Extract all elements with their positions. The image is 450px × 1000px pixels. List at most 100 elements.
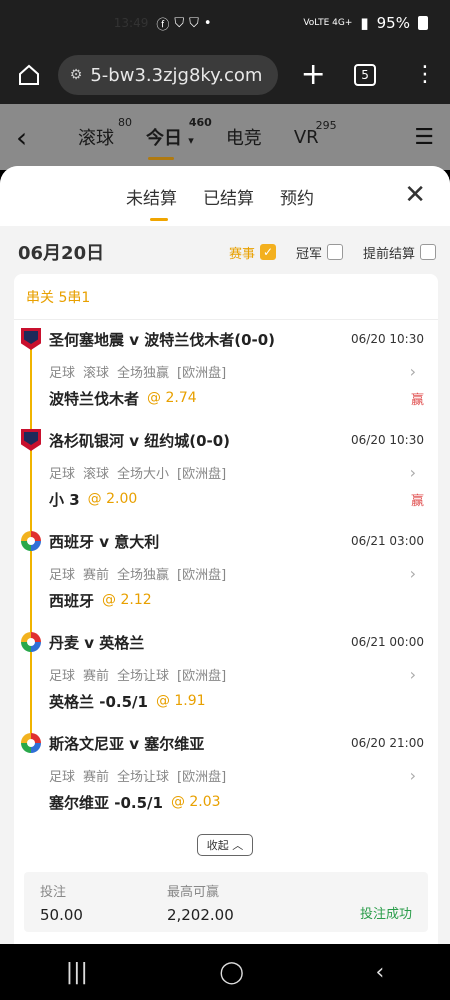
back-chevron-icon[interactable]: ‹ [16,121,46,154]
home-button[interactable] [14,60,44,90]
checkbox-champion[interactable] [326,244,343,260]
selection: 塞尔维亚 -0.5/1 [49,793,163,812]
market-meta: 足球 [49,769,76,785]
sheet-tabs: 未结算 已结算 预约 ✕ [0,166,450,226]
market-meta: 足球 [49,365,76,381]
market-meta: [欧洲盘] [177,668,227,684]
match-time: 06/21 03:00 [351,534,424,548]
match-time: 06/20 10:30 [351,332,424,346]
checkbox-cashout[interactable] [420,244,436,260]
market-meta: 全场让球 [117,668,170,684]
tab-live[interactable]: 滚球 80 [78,116,132,150]
chevron-right-icon[interactable]: › [410,362,416,381]
tab-switcher-button[interactable]: 5 [354,64,376,86]
notification-icons: ⓕ ⛉ ⛉ • [156,14,211,33]
market-meta: 足球 [49,466,76,482]
system-nav-bar: ||| ◯ ‹ [0,944,450,1000]
chevron-right-icon[interactable]: › [410,463,416,482]
match-name: 丹麦 v 英格兰 [49,633,145,652]
recents-icon[interactable]: ||| [66,960,88,985]
chevron-right-icon[interactable]: › [410,766,416,785]
bet-leg[interactable]: 西班牙 v 意大利 06/21 03:00 足球 赛前 全场独赢 [欧洲盘] › 西班牙 @ 2… [14,522,438,640]
bet-card: 串关 5串1 圣何塞地震 v 波特兰伐木者(0-0) 06/20 10:30 足球滚… [14,274,438,944]
tab-reserved[interactable]: 预约 [280,184,314,209]
overflow-menu-icon[interactable]: ⋮ [414,64,436,86]
tab-unsettled[interactable]: 未结算 [126,184,177,221]
status-time: 13:49 [113,16,149,30]
back-icon[interactable]: ‹ [375,960,384,985]
chevron-down-icon: ▾ [188,134,194,147]
facebook-icon: ⓕ [156,17,170,33]
market-meta: 赛前 [83,769,110,785]
parlay-label: 串关 5串1 [14,274,438,320]
selection: 西班牙 [49,591,95,610]
odds: @ 2.12 [102,592,152,608]
market-meta: 赛前 [83,668,110,684]
bet-leg[interactable]: 洛杉矶银河 v 纽约城(0-0) 06/20 10:30 足球 滚球 全场大小 [欧洲盘]… [14,421,438,539]
collapse-button[interactable]: 收起 ︿ [197,834,253,856]
bet-leg[interactable]: 斯洛文尼亚 v 塞尔维亚 06/20 21:00 足球 赛前 全场让球 [欧洲盘] › 塞尔维… [14,724,438,825]
market-meta: 全场让球 [117,769,170,785]
result-badge: 赢 [410,493,424,509]
market-meta: 滚球 [83,466,110,482]
tab-today[interactable]: 今日 460 ▾ [146,116,212,160]
odds: @ 2.00 [87,491,138,507]
max-win-label: 最高可赢 [166,885,219,900]
match-time: 06/21 00:00 [351,635,424,649]
bet-legs: 圣何塞地震 v 波特兰伐木者(0-0) 06/20 10:30 足球 滚球 全场独赢 [欧… [14,320,438,825]
stake-label: 投注 [40,885,67,900]
status-bar: 13:49 ⓕ ⛉ ⛉ • VoLTE 4G+ ▮ 95% [0,0,450,46]
stake-value: 50.00 [40,906,83,924]
network-icon: VoLTE 4G+ [303,18,353,28]
new-tab-button[interactable]: + [298,60,328,90]
bet-leg[interactable]: 丹麦 v 英格兰 06/21 00:00 足球 赛前 全场让球 [欧洲盘] › 英格兰 -0.… [14,623,438,741]
market-meta: [欧洲盘] [177,466,227,482]
mls-logo-icon [21,328,41,350]
close-icon[interactable]: ✕ [404,180,426,210]
odds: @ 1.91 [155,693,206,709]
match-time: 06/20 10:30 [351,433,424,447]
market-meta: 足球 [49,668,76,684]
tab-esports[interactable]: 电竞 [226,124,262,150]
bet-status: 投注成功 [359,907,412,922]
option-champion[interactable]: 冠军 [296,243,343,262]
filter-icon[interactable]: ☰ [414,125,434,150]
market-meta: 全场独赢 [117,365,170,381]
match-name: 西班牙 v 意大利 [49,532,160,551]
option-cashout[interactable]: 提前结算 [363,243,436,262]
option-event[interactable]: 赛事 ✓ [229,243,276,262]
market-meta: 全场独赢 [117,567,170,583]
euro-logo-icon [21,733,41,753]
selection: 小 3 [49,490,80,509]
checkbox-event[interactable]: ✓ [259,244,276,260]
address-bar[interactable]: ⚙ 5-bw3.3zjg8ky.com [57,55,279,95]
market-meta: 赛前 [83,567,110,583]
battery-level: 95% [376,14,410,32]
browser-toolbar: ⚙ 5-bw3.3zjg8ky.com + 5 ⋮ [0,46,450,104]
chevron-right-icon[interactable]: › [410,564,416,583]
match-name: 洛杉矶银河 v 纽约城(0-0) [49,431,231,450]
mls-logo-icon [21,429,41,451]
market-meta: [欧洲盘] [177,365,227,381]
market-meta: 足球 [49,567,76,583]
url-text: 5-bw3.3zjg8ky.com [90,64,263,86]
bet-record-sheet: 未结算 已结算 预约 ✕ 06月20日 赛事 ✓ 冠军 提前结算 串关 5串1 … [0,166,450,944]
chevron-up-icon: ︿ [232,839,244,852]
shield-icon: ⛉ [174,15,185,31]
tab-vr[interactable]: VR 295 [294,119,337,148]
max-win-value: 2,202.00 [166,906,234,924]
chevron-right-icon[interactable]: › [410,665,416,684]
shield-icon: ⛉ [189,15,199,31]
site-settings-icon[interactable]: ⚙ [70,67,83,83]
sport-nav: ‹ 滚球 80 今日 460 ▾ 电竞 VR 295 ☰ [0,104,450,170]
dot-icon: • [203,15,212,31]
bet-summary: 投注 50.00 最高可赢 2,202.00 投注成功 [24,872,428,932]
market-meta: 全场大小 [117,466,170,482]
selection: 波特兰伐木者 [49,389,140,408]
date-label: 06月20日 [18,243,105,264]
home-circle-icon[interactable]: ◯ [219,960,244,985]
match-name: 斯洛文尼亚 v 塞尔维亚 [49,734,205,753]
tab-settled[interactable]: 已结算 [203,184,254,209]
signal-icon: ▮ [360,14,369,32]
bet-leg[interactable]: 圣何塞地震 v 波特兰伐木者(0-0) 06/20 10:30 足球 滚球 全场独赢 [欧… [14,320,438,438]
